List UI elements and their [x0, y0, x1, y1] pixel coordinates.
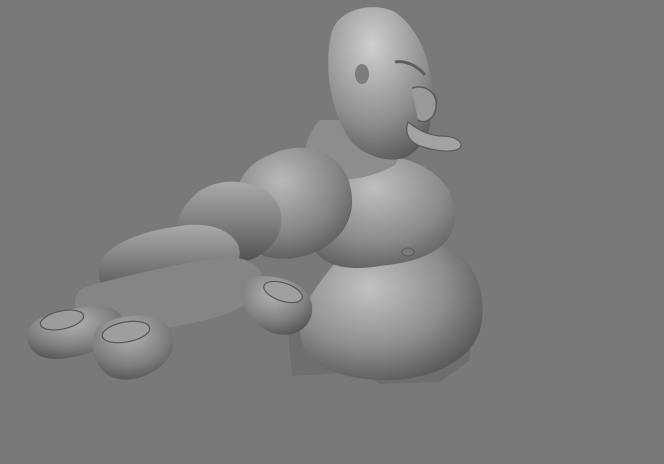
3d-viewport[interactable] — [0, 0, 664, 464]
nipple — [401, 247, 415, 257]
sculpt-model[interactable] — [27, 7, 483, 384]
viewport-canvas[interactable] — [0, 0, 664, 464]
ear — [355, 64, 369, 84]
